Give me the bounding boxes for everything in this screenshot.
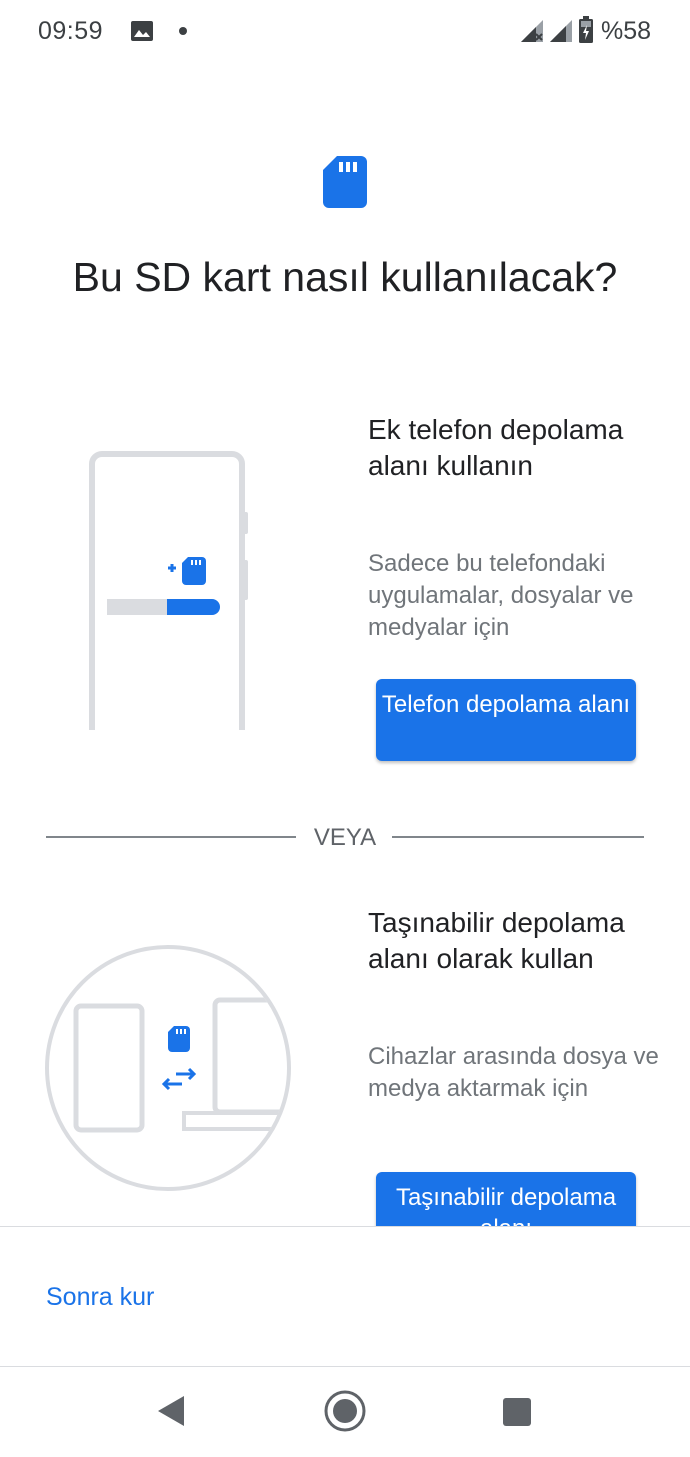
- navigation-bar: [0, 1367, 690, 1457]
- notification-dot: [179, 27, 187, 35]
- phone-storage-button[interactable]: Telefon depolama alanı: [376, 679, 636, 761]
- home-icon[interactable]: [323, 1389, 367, 1433]
- setup-later-button[interactable]: Sonra kur: [46, 1283, 154, 1312]
- option-portable-storage-description: Cihazlar arasında dosya ve medya aktarma…: [368, 1043, 659, 1102]
- status-bar: 09:59 %58: [0, 0, 690, 62]
- sd-card-icon: [323, 156, 367, 208]
- page-title: Bu SD kart nasıl kullanılacak?: [72, 254, 618, 300]
- option-portable-storage-title: Taşınabilir depolama alanı olarak kullan: [368, 907, 625, 974]
- option-phone-storage-description: Sadece bu telefondaki uygulamalar, dosya…: [368, 550, 634, 641]
- option-phone-storage-title: Ek telefon depolama alanı kullanın: [368, 414, 624, 481]
- signal-no-data-icon: [521, 20, 543, 42]
- signal-icon: [550, 20, 572, 42]
- bottom-action-bar: Sonra kur: [0, 1226, 690, 1367]
- portable-storage-button[interactable]: Taşınabilir depolama alanı: [376, 1172, 636, 1226]
- divider-line: [392, 836, 644, 838]
- back-icon[interactable]: [156, 1394, 186, 1428]
- phone-storage-illustration: [89, 451, 248, 730]
- content-scroll-area[interactable]: Bu SD kart nasıl kullanılacak? Ek telefo…: [0, 62, 690, 1226]
- divider-line: [46, 836, 296, 838]
- divider-label: VEYA: [313, 824, 377, 851]
- or-divider: VEYA: [46, 822, 644, 854]
- battery-percent: %58: [601, 17, 652, 45]
- image-icon: [131, 21, 153, 41]
- battery-charging-icon: [579, 16, 593, 43]
- recents-icon[interactable]: [502, 1397, 532, 1427]
- portable-storage-illustration: [45, 945, 291, 1191]
- status-time: 09:59: [38, 17, 104, 45]
